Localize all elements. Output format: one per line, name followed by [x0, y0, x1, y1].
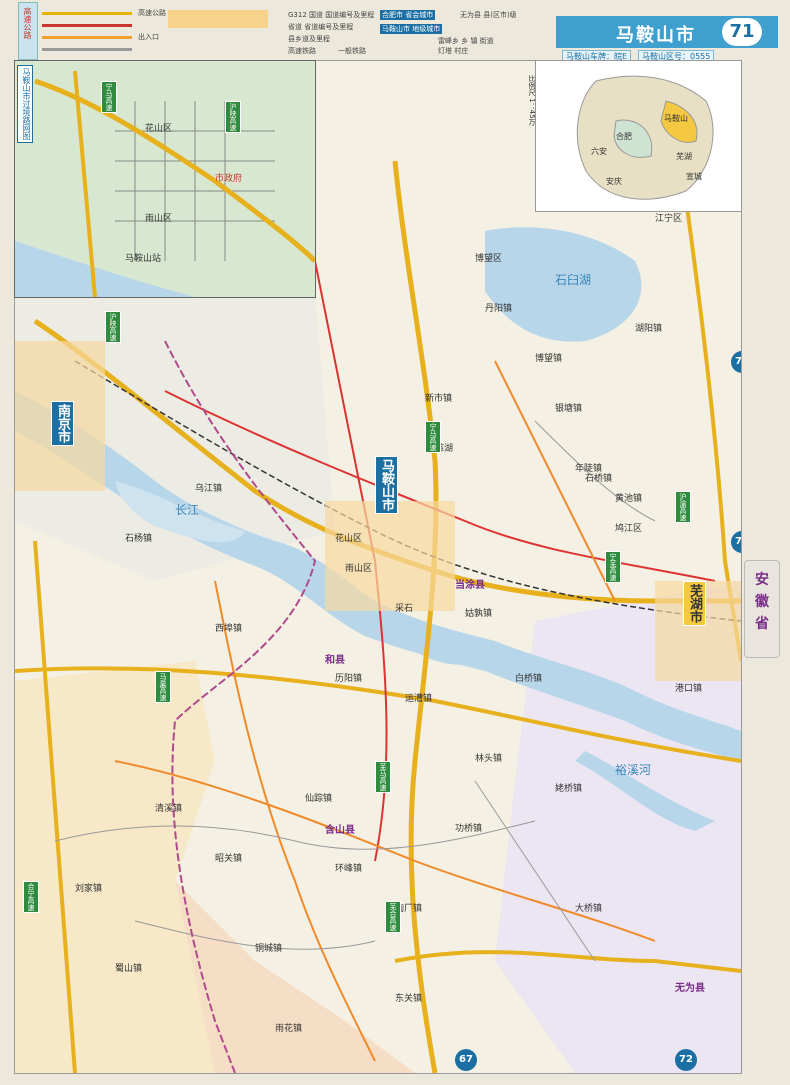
town-shiyang: 石杨镇: [125, 534, 153, 544]
legend-item-national: G312 国道 国道编号及里程: [288, 11, 375, 19]
highway-label-huyu: 沪渝高速: [675, 491, 691, 523]
town-shiqiao: 石桥镇: [585, 474, 613, 484]
town-danyang: 丹阳镇: [485, 304, 513, 314]
legend-item-exit: 出入口: [138, 33, 159, 41]
town-gongqiao: 功桥镇: [455, 824, 483, 834]
urban-maanshan: [325, 501, 455, 611]
legend-highway-sample: [168, 10, 268, 28]
legend: 高速公路 高速公路 出入口 G312 国道 国道编号及里程 省道 省道编号及里程…: [18, 2, 538, 60]
district-huashan: 花山区: [335, 534, 363, 544]
inset-province-map[interactable]: 合肥 马鞍山 芜湖 安庆 六安 宣城: [535, 60, 742, 212]
county-label-wuwei: 无为县: [675, 983, 705, 994]
town-liyang: 历阳镇: [335, 674, 363, 684]
highway-label-wuma: 芜马高速: [375, 761, 391, 793]
legend-item-prefecture: 马鞍山市 地级城市: [380, 24, 443, 34]
page-title: 马鞍山市: [616, 25, 696, 46]
inset-place-yushan: 雨山区: [145, 214, 173, 224]
inset-highway-hushan: 沪陕高速: [225, 101, 241, 133]
atlas-page: 高速公路 高速公路 出入口 G312 国道 国道编号及里程 省道 省道编号及里程…: [0, 0, 790, 1085]
town-xianzong: 仙踪镇: [305, 794, 333, 804]
province-place-hefei: 合肥: [616, 132, 632, 141]
highway-label-hening: 合宁高速: [23, 881, 39, 913]
page-ref-67[interactable]: 67: [455, 1049, 477, 1071]
city-label-wuhu[interactable]: 芜湖市: [683, 581, 706, 626]
legend-strip: 高速公路: [18, 2, 38, 60]
county-label-hexian: 和县: [325, 655, 345, 666]
legend-item-county: 县乡道及里程: [288, 35, 330, 43]
county-label-hanshan: 含山县: [325, 825, 355, 836]
river-label-yangtze: 长江: [175, 503, 200, 517]
legend-item-township: 雷峰乡 乡 镇 街道: [438, 37, 494, 45]
town-huangchi: 黄池镇: [615, 494, 643, 504]
inset-place-government: 市政府: [215, 174, 243, 184]
highway-label-hushan: 沪陕高速: [105, 311, 121, 343]
inset-place-station: 马鞍山站: [125, 254, 162, 264]
district-jiujiang: 鸠江区: [615, 524, 643, 534]
town-yuncao: 运漕镇: [405, 694, 433, 704]
legend-strip-label: 高速公路: [23, 7, 32, 39]
province-place-luan: 六安: [591, 147, 607, 156]
legend-line-national: [42, 24, 132, 27]
legend-item-village: 灯塔 村庄: [438, 47, 469, 55]
town-bowang: 博望镇: [535, 354, 563, 364]
province-place-maanshan: 马鞍山: [664, 114, 688, 123]
town-gushu: 姑孰镇: [465, 609, 493, 619]
district-yushan: 雨山区: [345, 564, 373, 574]
highway-label-ningma: 宁马高速: [425, 421, 441, 453]
inset-city-canvas: [15, 61, 315, 297]
town-huyang: 湖阳镇: [635, 324, 663, 334]
town-qingxi: 清溪镇: [155, 804, 183, 814]
province-place-wuhu: 芜湖: [676, 152, 692, 161]
town-liujia: 刘家镇: [75, 884, 103, 894]
town-lintou: 林头镇: [475, 754, 503, 764]
legend-item-capital: 合肥市 省会城市: [380, 10, 436, 20]
inset-province-canvas: [576, 75, 714, 200]
lake-label-shijiu: 石臼湖: [555, 273, 592, 287]
province-side-tab[interactable]: 安徽省: [744, 560, 780, 658]
district-bowang: 博望区: [475, 254, 503, 264]
page-number: 71: [722, 18, 762, 46]
town-baiqiao: 白桥镇: [515, 674, 543, 684]
province-place-xuancheng: 宣城: [686, 172, 702, 181]
town-shushan: 蜀山镇: [115, 964, 143, 974]
county-label-dangtu: 当涂县: [455, 580, 485, 591]
inset-city-title: 马鞍山市过境路网图: [17, 65, 33, 143]
town-daqiao: 大桥镇: [575, 904, 603, 914]
inset-city-map[interactable]: 马鞍山市过境路网图 花山区 雨山区 市政府 宁马高速 沪陕高速 马鞍山站: [14, 60, 316, 298]
highway-label-ningwu: 宁芜高速: [605, 551, 621, 583]
legend-item-highway: 高速公路: [138, 9, 166, 17]
legend-item-county-level: 无为县 县(区市)级: [460, 11, 517, 19]
city-label-nanjing[interactable]: 南京市: [51, 401, 74, 446]
town-wujiang: 乌江镇: [195, 484, 223, 494]
highway-label-mache: 马巢高速: [155, 671, 171, 703]
district-jiangning: 江宁区: [655, 214, 683, 224]
legend-item-rail: 一般铁路: [338, 47, 366, 55]
town-gangkou: 港口镇: [675, 684, 703, 694]
town-laoqiao: 姥桥镇: [555, 784, 583, 794]
town-yintang: 银塘镇: [555, 404, 583, 414]
page-ref-72[interactable]: 72: [675, 1049, 697, 1071]
inset-highway-ningma: 宁马高速: [101, 81, 117, 113]
town-tongcheng: 铜城镇: [255, 944, 283, 954]
town-xibu: 西埠镇: [215, 624, 243, 634]
town-zhaoguan: 昭关镇: [215, 854, 243, 864]
town-caishi: 采石: [395, 604, 414, 614]
legend-line-county: [42, 48, 132, 51]
page-title-bar: 马鞍山市 71: [556, 16, 778, 48]
legend-item-provincial: 省道 省道编号及里程: [288, 23, 354, 31]
city-label-maanshan[interactable]: 马鞍山市: [375, 456, 398, 514]
highway-label-wuhe: 芜合高速: [385, 901, 401, 933]
province-place-anqing: 安庆: [606, 177, 622, 186]
town-xinshi: 新市镇: [425, 394, 453, 404]
river-label-yuxi: 裕溪河: [615, 763, 652, 777]
legend-line-highway: [42, 12, 132, 15]
town-yuhua: 雨花镇: [275, 1024, 303, 1034]
inset-place-huashan: 花山区: [145, 124, 173, 134]
province-side-tab-label: 安徽省: [755, 572, 769, 632]
town-dongguan: 东关镇: [395, 994, 423, 1004]
town-huanfeng: 环峰镇: [335, 864, 363, 874]
legend-line-provincial: [42, 36, 132, 39]
legend-item-hsr: 高速铁路: [288, 47, 316, 55]
